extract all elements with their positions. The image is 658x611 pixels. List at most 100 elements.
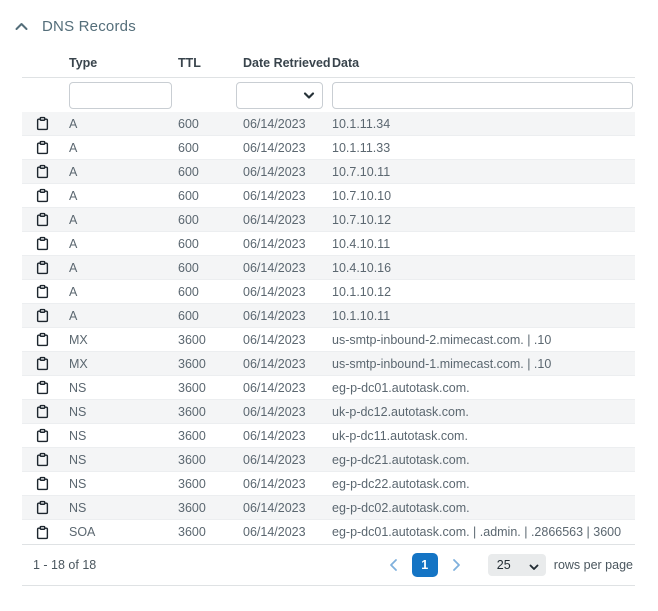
- cell-type: A: [69, 189, 178, 203]
- cell-ttl: 3600: [178, 525, 243, 539]
- column-header-type[interactable]: Type: [69, 56, 178, 70]
- cell-ttl: 3600: [178, 381, 243, 395]
- clipboard-copy-icon[interactable]: [36, 476, 49, 491]
- table-row: A 600 06/14/2023 10.1.10.11: [22, 304, 635, 328]
- cell-type: SOA: [69, 525, 178, 539]
- cell-ttl: 600: [178, 261, 243, 275]
- clipboard-copy-icon[interactable]: [36, 212, 49, 227]
- cell-type: A: [69, 285, 178, 299]
- cell-type: NS: [69, 477, 178, 491]
- cell-date-retrieved: 06/14/2023: [243, 429, 332, 443]
- pagination-footer: 1 - 18 of 18 1 25: [22, 544, 635, 586]
- cell-date-retrieved: 06/14/2023: [243, 309, 332, 323]
- table-row: A 600 06/14/2023 10.1.10.12: [22, 280, 635, 304]
- cell-date-retrieved: 06/14/2023: [243, 213, 332, 227]
- cell-date-retrieved: 06/14/2023: [243, 501, 332, 515]
- clipboard-copy-icon[interactable]: [36, 332, 49, 347]
- cell-data: eg-p-dc01.autotask.com.: [332, 381, 635, 395]
- cell-type: NS: [69, 381, 178, 395]
- table-row: NS 3600 06/14/2023 eg-p-dc22.autotask.co…: [22, 472, 635, 496]
- cell-type: NS: [69, 453, 178, 467]
- cell-date-retrieved: 06/14/2023: [243, 333, 332, 347]
- cell-ttl: 600: [178, 237, 243, 251]
- next-page-button[interactable]: [446, 557, 466, 573]
- column-header-ttl[interactable]: TTL: [178, 56, 243, 70]
- cell-ttl: 600: [178, 117, 243, 131]
- table-row: SOA 3600 06/14/2023 eg-p-dc01.autotask.c…: [22, 520, 635, 544]
- cell-date-retrieved: 06/14/2023: [243, 405, 332, 419]
- clipboard-copy-icon[interactable]: [36, 188, 49, 203]
- cell-ttl: 3600: [178, 429, 243, 443]
- column-header-data[interactable]: Data: [332, 56, 635, 70]
- cell-data: 10.4.10.16: [332, 261, 635, 275]
- cell-type: A: [69, 261, 178, 275]
- filter-row: [22, 78, 635, 112]
- cell-data: us-smtp-inbound-1.mimecast.com. | .10: [332, 357, 635, 371]
- dns-records-table: Type TTL Date Retrieved Data: [22, 56, 635, 586]
- cell-type: MX: [69, 357, 178, 371]
- cell-type: A: [69, 309, 178, 323]
- page-1-button[interactable]: 1: [412, 553, 438, 577]
- cell-ttl: 600: [178, 141, 243, 155]
- clipboard-copy-icon[interactable]: [36, 308, 49, 323]
- cell-data: 10.7.10.12: [332, 213, 635, 227]
- panel-title: DNS Records: [42, 18, 136, 35]
- cell-date-retrieved: 06/14/2023: [243, 237, 332, 251]
- clipboard-copy-icon[interactable]: [36, 356, 49, 371]
- cell-data: 10.1.10.12: [332, 285, 635, 299]
- table-row: MX 3600 06/14/2023 us-smtp-inbound-2.mim…: [22, 328, 635, 352]
- cell-ttl: 3600: [178, 453, 243, 467]
- clipboard-copy-icon[interactable]: [36, 164, 49, 179]
- cell-ttl: 600: [178, 213, 243, 227]
- cell-type: NS: [69, 429, 178, 443]
- table-row: A 600 06/14/2023 10.4.10.16: [22, 256, 635, 280]
- clipboard-copy-icon[interactable]: [36, 500, 49, 515]
- cell-data: 10.4.10.11: [332, 237, 635, 251]
- cell-type: NS: [69, 501, 178, 515]
- table-row: A 600 06/14/2023 10.4.10.11: [22, 232, 635, 256]
- pager-controls: 1 25 rows per page: [384, 553, 633, 577]
- rows-per-page-select[interactable]: 25: [488, 554, 546, 576]
- cell-ttl: 600: [178, 189, 243, 203]
- previous-page-button[interactable]: [384, 557, 404, 573]
- table-row: MX 3600 06/14/2023 us-smtp-inbound-1.mim…: [22, 352, 635, 376]
- cell-data: eg-p-dc21.autotask.com.: [332, 453, 635, 467]
- cell-ttl: 600: [178, 165, 243, 179]
- clipboard-copy-icon[interactable]: [36, 428, 49, 443]
- cell-data: eg-p-dc22.autotask.com.: [332, 477, 635, 491]
- chevron-right-icon: [448, 557, 464, 573]
- cell-date-retrieved: 06/14/2023: [243, 477, 332, 491]
- filter-ttl-spacer: [178, 82, 243, 109]
- cell-date-retrieved: 06/14/2023: [243, 117, 332, 131]
- cell-date-retrieved: 06/14/2023: [243, 453, 332, 467]
- cell-type: A: [69, 117, 178, 131]
- icon-column-header: [22, 56, 69, 70]
- table-header-row: Type TTL Date Retrieved Data: [22, 56, 635, 78]
- column-header-date-retrieved[interactable]: Date Retrieved: [243, 56, 332, 70]
- panel-header: DNS Records: [0, 0, 658, 36]
- cell-date-retrieved: 06/14/2023: [243, 261, 332, 275]
- rows-per-page-label: rows per page: [554, 558, 633, 572]
- clipboard-copy-icon[interactable]: [36, 116, 49, 131]
- collapse-button[interactable]: [14, 20, 29, 33]
- cell-data: 10.1.11.33: [332, 141, 635, 155]
- row-range-label: 1 - 18 of 18: [33, 558, 96, 572]
- dns-records-panel: DNS Records Type TTL Date Retrieved Data: [0, 0, 658, 586]
- cell-data: 10.7.10.10: [332, 189, 635, 203]
- clipboard-copy-icon[interactable]: [36, 525, 49, 540]
- clipboard-copy-icon[interactable]: [36, 284, 49, 299]
- clipboard-copy-icon[interactable]: [36, 260, 49, 275]
- type-filter-input[interactable]: [69, 82, 172, 109]
- clipboard-copy-icon[interactable]: [36, 380, 49, 395]
- clipboard-copy-icon[interactable]: [36, 140, 49, 155]
- table-row: NS 3600 06/14/2023 uk-p-dc12.autotask.co…: [22, 400, 635, 424]
- cell-date-retrieved: 06/14/2023: [243, 525, 332, 539]
- cell-date-retrieved: 06/14/2023: [243, 381, 332, 395]
- clipboard-copy-icon[interactable]: [36, 452, 49, 467]
- date-retrieved-filter-select[interactable]: [236, 82, 323, 109]
- cell-type: A: [69, 237, 178, 251]
- clipboard-copy-icon[interactable]: [36, 404, 49, 419]
- data-filter-input[interactable]: [332, 82, 633, 109]
- clipboard-copy-icon[interactable]: [36, 236, 49, 251]
- cell-type: A: [69, 213, 178, 227]
